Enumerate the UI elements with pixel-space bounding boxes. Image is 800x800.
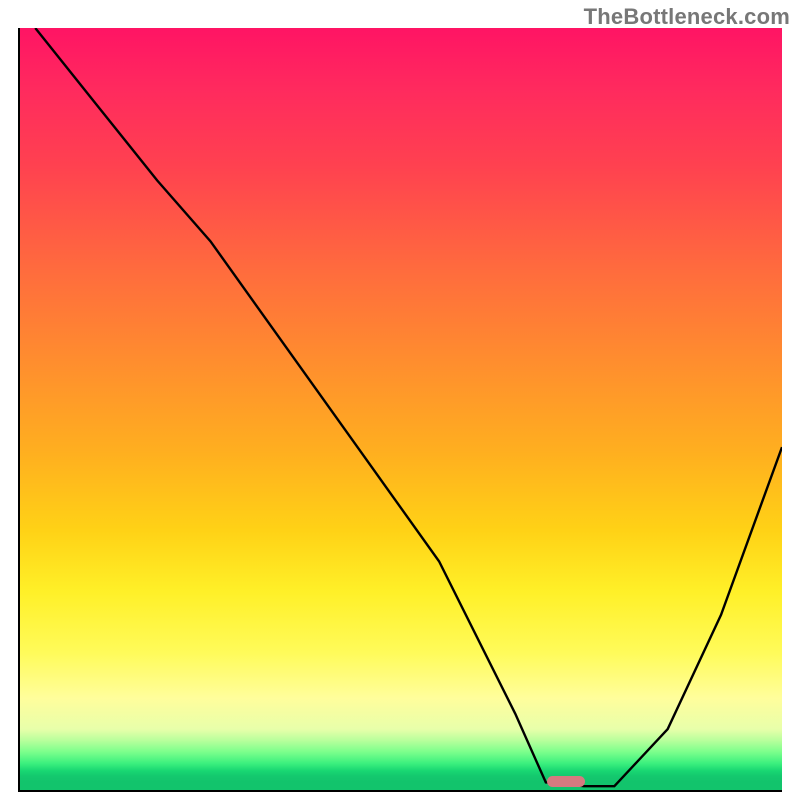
bottleneck-curve [20,28,782,790]
curve-path [35,28,782,786]
watermark-text: TheBottleneck.com [584,4,790,30]
plot-area [18,28,782,792]
optimal-marker [547,776,585,787]
chart-container: TheBottleneck.com [0,0,800,800]
